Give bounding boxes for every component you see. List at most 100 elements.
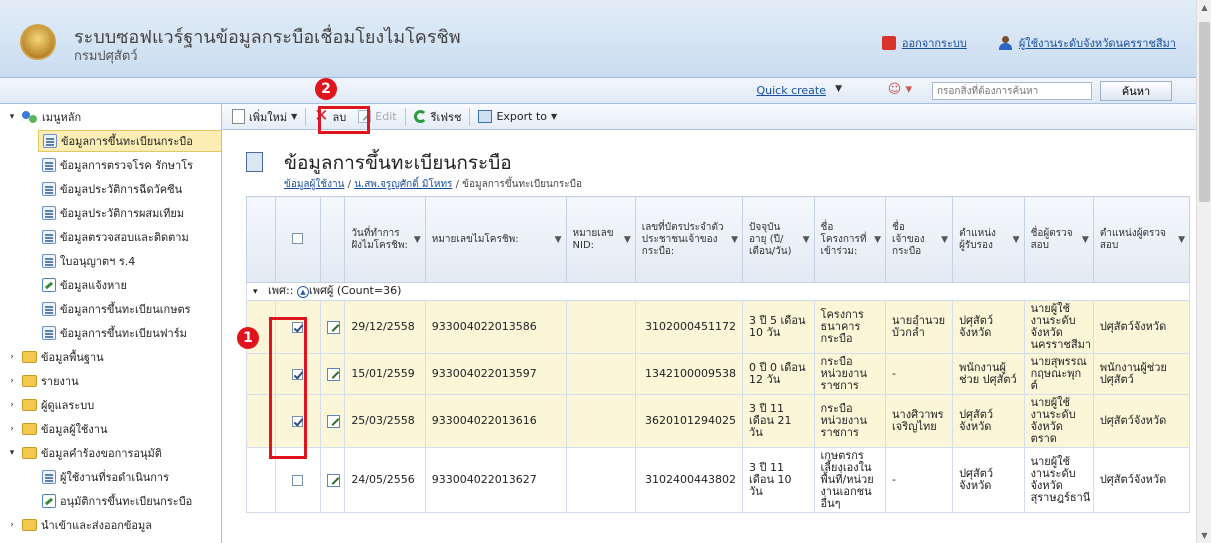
sidebar-item-lost-report[interactable]: ข้อมูลแจ้งหาย: [38, 274, 127, 296]
cell-age: 3 ปี 5 เดือน 10 วัน: [742, 300, 815, 354]
chevron-right-icon[interactable]: ›: [6, 352, 18, 362]
scroll-down-icon[interactable]: ▼: [1197, 528, 1211, 543]
filter-icon[interactable]: ▼: [624, 234, 631, 246]
select-all-checkbox[interactable]: [292, 233, 304, 245]
table-row[interactable]: 29/12/2558 933004022013586 3102000451172…: [245, 300, 1191, 354]
search-button[interactable]: ค้นหา: [1100, 81, 1172, 101]
refresh-button[interactable]: รีเฟรช: [410, 106, 466, 128]
table-row[interactable]: 25/03/2558 933004022013616 3620101294025…: [245, 394, 1191, 448]
breadcrumb: ข้อมูลผู้ใช้งาน / น.สพ.จรูญศักดิ์ มิโหทร…: [284, 177, 582, 192]
sidebar-item-label: ข้อมูลการขึ้นทะเบียนเกษตร: [60, 303, 191, 316]
sidebar-item-farm-registration[interactable]: ข้อมูลการขึ้นทะเบียนฟาร์ม: [38, 322, 187, 344]
filter-icon[interactable]: ▼: [1082, 234, 1089, 246]
edit-icon[interactable]: [326, 473, 340, 487]
page-scrollbar[interactable]: ▲ ▼: [1196, 0, 1211, 543]
document-icon: [42, 302, 56, 316]
filter-icon[interactable]: ▼: [1013, 234, 1020, 246]
chevron-right-icon[interactable]: ›: [6, 520, 18, 530]
cell-certifier-position: ปศุสัตว์จังหวัด: [952, 394, 1025, 448]
filter-icon[interactable]: ▼: [874, 234, 881, 246]
quick-create-menu[interactable]: Quick create: [756, 84, 826, 97]
filter-icon[interactable]: ▼: [803, 234, 810, 246]
sidebar-folder-approval-requests[interactable]: ▾ ข้อมูลคำร้องขอการอนุมัติ: [6, 442, 162, 464]
chevron-down-icon[interactable]: ▾: [6, 448, 18, 458]
column-header[interactable]: ชื่อผู้ตรวจสอบ ▼: [1023, 196, 1094, 283]
row-checkbox[interactable]: [292, 368, 304, 380]
cell-inspector-position: ปศุสัตว์จังหวัด: [1092, 447, 1191, 513]
filter-icon[interactable]: ▼: [1178, 234, 1185, 246]
sidebar-folder-user-data[interactable]: › ข้อมูลผู้ใช้งาน: [6, 418, 107, 440]
breadcrumb-item[interactable]: ข้อมูลผู้ใช้งาน: [284, 179, 344, 190]
table-row[interactable]: 24/05/2556 933004022013627 3102400443802…: [245, 447, 1191, 513]
logout-icon[interactable]: [881, 36, 896, 50]
new-button[interactable]: เพิ่มใหม่ ▼: [228, 106, 301, 128]
toolbar-divider: [305, 107, 307, 126]
group-row[interactable]: ▾ เพศ:: ▲ เพศผู้ (Count=36): [246, 282, 1190, 301]
filter-icon[interactable]: ▼: [731, 234, 738, 246]
sidebar-item-pending-users[interactable]: ผู้ใช้งานที่รอดำเนินการ: [38, 466, 169, 488]
group-row-cell: ▾ เพศ:: ▲ เพศผู้ (Count=36): [246, 282, 1190, 301]
sidebar-item-approve-registration[interactable]: อนุมัติการขึ้นทะเบียนกระบือ: [38, 490, 192, 512]
sidebar-item-disease-inspection[interactable]: ข้อมูลการตรวจโรค รักษาโร: [38, 154, 193, 176]
sidebar-item-vaccination[interactable]: ข้อมูลประวัติการฉีดวัคซีน: [38, 178, 182, 200]
chevron-right-icon[interactable]: ›: [6, 376, 18, 386]
row-checkbox[interactable]: [292, 321, 304, 333]
user-profile-link[interactable]: ผู้ใช้งานระดับจังหวัดนครราชสีมา: [1019, 34, 1176, 52]
search-input[interactable]: [932, 82, 1092, 100]
cell-date: 29/12/2558: [344, 300, 426, 354]
row-checkbox[interactable]: [292, 415, 304, 427]
chevron-down-icon[interactable]: ▾: [253, 287, 258, 297]
sidebar-item-label: ข้อมูลตรวจสอบและติดตาม: [60, 231, 189, 244]
sidebar-root[interactable]: ▾ เมนูหลัก: [6, 106, 81, 128]
chevron-down-icon[interactable]: ▼: [835, 84, 842, 94]
chevron-right-icon[interactable]: ›: [6, 400, 18, 410]
table-row[interactable]: 15/01/2559 933004022013597 1342100009538…: [245, 353, 1191, 395]
export-button[interactable]: Export to ▼: [474, 106, 561, 128]
delete-button[interactable]: ✕ ลบ: [310, 106, 350, 128]
sidebar-item-license-r4[interactable]: ใบอนุญาตฯ ร.4: [38, 250, 135, 272]
edit-icon: [358, 110, 372, 123]
sidebar-folder-admin[interactable]: › ผู้ดูแลระบบ: [6, 394, 94, 416]
scroll-thumb[interactable]: [1199, 22, 1210, 202]
sidebar-item-farmer-registration[interactable]: ข้อมูลการขึ้นทะเบียนเกษตร: [38, 298, 191, 320]
sidebar-item-label: ผู้ใช้งานที่รอดำเนินการ: [60, 471, 169, 484]
chevron-down-icon[interactable]: ▼: [551, 112, 557, 121]
new-document-icon: [232, 109, 245, 124]
edit-icon[interactable]: [326, 320, 340, 334]
sidebar-folder-basic-data[interactable]: › ข้อมูลพื้นฐาน: [6, 346, 104, 368]
sidebar-item-inspection-tracking[interactable]: ข้อมูลตรวจสอบและติดตาม: [38, 226, 189, 248]
cell-nid: [565, 353, 636, 395]
column-header[interactable]: หมายเลข NID: ▼: [565, 196, 636, 283]
filter-icon[interactable]: ▼: [414, 234, 421, 246]
edit-icon[interactable]: [326, 367, 340, 381]
chevron-right-icon[interactable]: ›: [6, 424, 18, 434]
theme-palette-icon[interactable]: ☺ ▾: [888, 82, 912, 97]
logout-link[interactable]: ออกจากระบบ: [902, 34, 967, 52]
filter-icon[interactable]: ▼: [555, 234, 562, 246]
breadcrumb-item[interactable]: น.สพ.จรูญศักดิ์ มิโหทร: [354, 179, 452, 190]
column-header[interactable]: ชื่อโครงการที่เข้าร่วม: ▼: [813, 196, 887, 283]
column-header[interactable]: ชื่อเจ้าของกระบือ ▼: [885, 196, 954, 283]
cell-nid: [565, 300, 636, 354]
column-header[interactable]: หมายเลขไมโครชิพ: ▼: [424, 196, 567, 283]
chevron-down-icon[interactable]: ▾: [6, 112, 18, 122]
filter-icon[interactable]: ▼: [941, 234, 948, 246]
edit-icon[interactable]: [326, 414, 340, 428]
edit-button[interactable]: Edit: [354, 106, 400, 128]
column-header[interactable]: ปัจจุบันอายุ (ปี/เดือน/วัน) ▼: [742, 196, 815, 283]
sidebar-folder-reports[interactable]: › รายงาน: [6, 370, 79, 392]
toolbar-divider: [469, 107, 471, 126]
sidebar-item-insemination[interactable]: ข้อมูลประวัติการผสมเทียม: [38, 202, 184, 224]
column-header[interactable]: วันที่ทำการฝังไมโครชิพ: ▼: [344, 196, 426, 283]
scroll-up-icon[interactable]: ▲: [1197, 0, 1211, 15]
sidebar-item-buffalo-registration[interactable]: ข้อมูลการขึ้นทะเบียนกระบือ: [38, 130, 221, 152]
column-header[interactable]: เลขที่บัตรประจำตัวประชาชนเจ้าของกระบือ: ▼: [634, 196, 744, 283]
sort-up-icon[interactable]: ▲: [296, 286, 309, 298]
chevron-down-icon[interactable]: ▼: [291, 112, 297, 121]
column-header[interactable]: ตำแหน่งผู้ตรวจสอบ ▼: [1092, 196, 1191, 283]
cell-chip: 933004022013616: [424, 394, 567, 448]
row-checkbox[interactable]: [292, 474, 304, 486]
sidebar-folder-import-export[interactable]: › นำเข้าและส่งออกข้อมูล: [6, 514, 152, 536]
column-header[interactable]: ตำแหน่งผู้รับรอง ▼: [952, 196, 1025, 283]
edit-doc-icon: [42, 278, 56, 292]
